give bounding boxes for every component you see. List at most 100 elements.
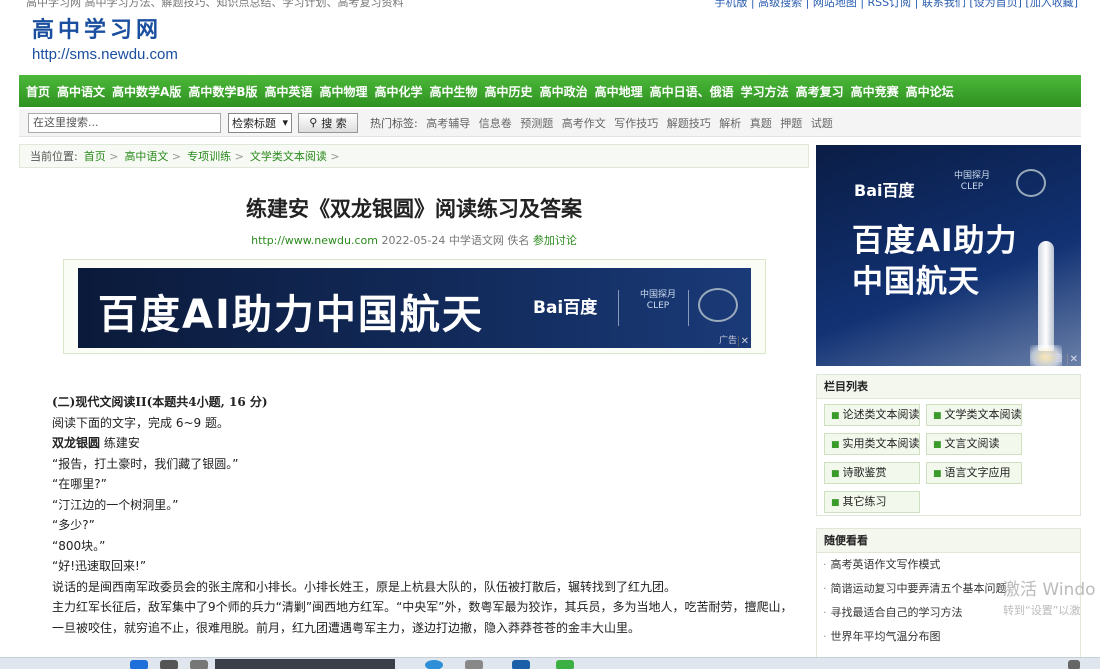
discuss-link[interactable]: 参加讨论: [533, 234, 577, 247]
article-date: 2022-05-24: [381, 234, 446, 247]
category-panel: 栏目列表 ■ 论述类文本阅读 ■ 文学类文本阅读 ■ 实用类文本阅读 ■ 文言文阅读 ■…: [816, 374, 1081, 516]
search-scope-select[interactable]: 检索标题 ▾: [228, 112, 292, 133]
search-input[interactable]: 在这里搜索...: [28, 112, 221, 133]
category-item[interactable]: ■ 语言文字应用: [926, 462, 1022, 484]
nav-item-math-a[interactable]: 高中数学A版: [112, 83, 181, 100]
bullet-icon: ■: [933, 411, 942, 421]
list-item[interactable]: · 寻找最适合自己的学习方法: [823, 601, 1080, 625]
breadcrumb-separator: >: [168, 149, 182, 163]
search-icon[interactable]: [160, 660, 178, 669]
nav-item-geography[interactable]: 高中地理: [595, 83, 643, 100]
hot-tag[interactable]: 解题技巧: [667, 117, 711, 130]
clep-logo: 中国探月 CLEP: [953, 171, 990, 192]
hot-tag[interactable]: 信息卷: [479, 117, 512, 130]
search-button[interactable]: ⚲ 搜 索: [298, 112, 358, 133]
edge-icon[interactable]: [425, 660, 443, 669]
category-item[interactable]: ■ 文学类文本阅读: [926, 404, 1022, 426]
category-item[interactable]: ■ 诗歌鉴赏: [824, 462, 920, 484]
bullet-icon: ·: [823, 630, 827, 643]
story-heading: 双龙银圆 练建安: [52, 433, 794, 454]
nav-item-math-b[interactable]: 高中数学B版: [188, 83, 257, 100]
hot-tags: 热门标签: 高考辅导 信息卷 预测题 高考作文 写作技巧 解题技巧 解析 真题 …: [370, 115, 838, 131]
list-item[interactable]: · 世界年平均气温分布图: [823, 625, 1080, 649]
rocket-icon: [1038, 241, 1054, 351]
banner-ad[interactable]: 百度AI助力中国航天 Bai百度 中国探月 CLEP 广告 ✕: [78, 268, 751, 348]
random-panel-title: 随便看看: [817, 529, 1080, 553]
start-icon[interactable]: [130, 660, 148, 669]
category-item[interactable]: ■ 文言文阅读: [926, 433, 1022, 455]
bullet-icon: ·: [823, 558, 827, 571]
breadcrumb-chinese[interactable]: 高中语文: [124, 148, 168, 164]
nav-item-chinese[interactable]: 高中语文: [57, 83, 105, 100]
hot-tag[interactable]: 试题: [811, 117, 833, 130]
app-icon[interactable]: [465, 660, 483, 669]
store-icon[interactable]: [512, 660, 530, 669]
wechat-icon[interactable]: [556, 660, 574, 669]
bullet-icon: ■: [831, 498, 840, 508]
category-item-label: 实用类文本阅读: [842, 437, 920, 450]
nav-item-biology[interactable]: 高中生物: [430, 83, 478, 100]
article-paragraph: “多少?”: [52, 518, 95, 532]
hot-tag[interactable]: 解析: [719, 117, 741, 130]
category-item[interactable]: ■ 实用类文本阅读: [824, 433, 920, 455]
ad-divider: [688, 290, 689, 326]
article-source: 中学语文网: [448, 234, 504, 247]
article-body: (二)现代文阅读II(本题共4小题, 16 分) 阅读下面的文字，完成 6~9 …: [52, 392, 794, 638]
banner-ad-text: 百度AI助力中国航天: [98, 292, 484, 338]
article-source-url[interactable]: http://www.newdu.com: [251, 234, 378, 247]
hot-tag[interactable]: 高考辅导: [426, 117, 470, 130]
top-strip: 高中学习网 高中学习方法、解题技巧、知识点总结、学习计划、高考复习资料 手机版 …: [0, 0, 1100, 12]
pec-logo-icon: [1016, 169, 1046, 197]
breadcrumb-home[interactable]: 首页: [84, 148, 106, 164]
nav-item-competition[interactable]: 高中竞赛: [851, 83, 899, 100]
hot-tag[interactable]: 写作技巧: [614, 117, 658, 130]
article-paragraph: “好!迅速取回来!”: [52, 559, 147, 573]
side-ad[interactable]: Bai百度 中国探月 CLEP 百度AI助力 中国航天 广告 ✕: [816, 145, 1081, 366]
taskbar-active-app[interactable]: [215, 659, 395, 669]
breadcrumb-separator: >: [105, 149, 119, 163]
hot-tags-label: 热门标签:: [370, 116, 418, 130]
chevron-down-icon: ▾: [282, 116, 288, 129]
category-item-label: 文言文阅读: [944, 437, 1000, 450]
hot-tag[interactable]: 押题: [780, 117, 802, 130]
nav-item-home[interactable]: 首页: [26, 83, 50, 100]
ad-close-button[interactable]: ✕: [737, 336, 749, 347]
task-view-icon[interactable]: [190, 660, 208, 669]
hot-tag[interactable]: 高考作文: [562, 117, 606, 130]
ad-close-button[interactable]: ✕: [1066, 354, 1078, 365]
breadcrumb-literary-reading[interactable]: 文学类文本阅读: [250, 148, 327, 164]
notification-icon[interactable]: [1068, 660, 1080, 669]
nav-item-politics[interactable]: 高中政治: [540, 83, 588, 100]
side-ad-line: 百度AI助力: [852, 223, 1018, 259]
nav-item-forum[interactable]: 高中论坛: [906, 83, 954, 100]
nav-item-chemistry[interactable]: 高中化学: [375, 83, 423, 100]
bullet-icon: ■: [933, 469, 942, 479]
category-item-label: 其它练习: [842, 495, 887, 508]
list-item[interactable]: · 高考英语作文写作模式: [823, 553, 1080, 577]
section-heading: (二)现代文阅读II(本题共4小题, 16 分): [52, 395, 268, 409]
random-panel: 随便看看 · 高考英语作文写作模式 · 简谐运动复习中要弄清五个基本问题 · 寻找最适…: [816, 528, 1081, 658]
hot-tag[interactable]: 预测题: [520, 117, 553, 130]
list-item[interactable]: · 简谐运动复习中要弄清五个基本问题: [823, 577, 1080, 601]
site-logo[interactable]: 高中学习网 http://sms.newdu.com: [32, 18, 178, 64]
category-item[interactable]: ■ 论述类文本阅读: [824, 404, 920, 426]
category-item[interactable]: ■ 其它练习: [824, 491, 920, 513]
nav-item-exam-review[interactable]: 高考复习: [796, 83, 844, 100]
nav-item-physics[interactable]: 高中物理: [320, 83, 368, 100]
list-item-label: 世界年平均气温分布图: [830, 630, 941, 643]
nav-item-study-methods[interactable]: 学习方法: [741, 83, 789, 100]
pec-logo-icon: [698, 288, 738, 322]
list-item-label: 简谐运动复习中要弄清五个基本问题: [830, 582, 1007, 595]
article-paragraph: 主力红军长征后，敌军集中了9个师的兵力“清剿”闽西地方红军。“中央军”外，数粤军…: [52, 600, 793, 635]
hot-tag[interactable]: 真题: [750, 117, 772, 130]
nav-item-english[interactable]: 高中英语: [264, 83, 312, 100]
nav-item-japanese-russian[interactable]: 高中日语、俄语: [650, 83, 734, 100]
nav-item-history[interactable]: 高中历史: [485, 83, 533, 100]
top-strip-right[interactable]: 手机版 | 高级搜索 | 网站地图 | RSS订阅 | 联系我们 [设为首页] …: [714, 0, 1078, 10]
top-strip-left: 高中学习网 高中学习方法、解题技巧、知识点总结、学习计划、高考复习资料: [26, 0, 404, 9]
baidu-logo: Bai百度: [533, 298, 598, 318]
article-paragraph: 说话的是闽西南军政委员会的张主席和小排长。小排长姓王，原是上杭县大队的，队伍被打…: [52, 579, 677, 594]
search-bar: 在这里搜索... 检索标题 ▾ ⚲ 搜 索 热门标签: 高考辅导 信息卷 预测题…: [19, 109, 1081, 137]
breadcrumb-training[interactable]: 专项训练: [187, 148, 231, 164]
taskbar: [0, 657, 1100, 669]
